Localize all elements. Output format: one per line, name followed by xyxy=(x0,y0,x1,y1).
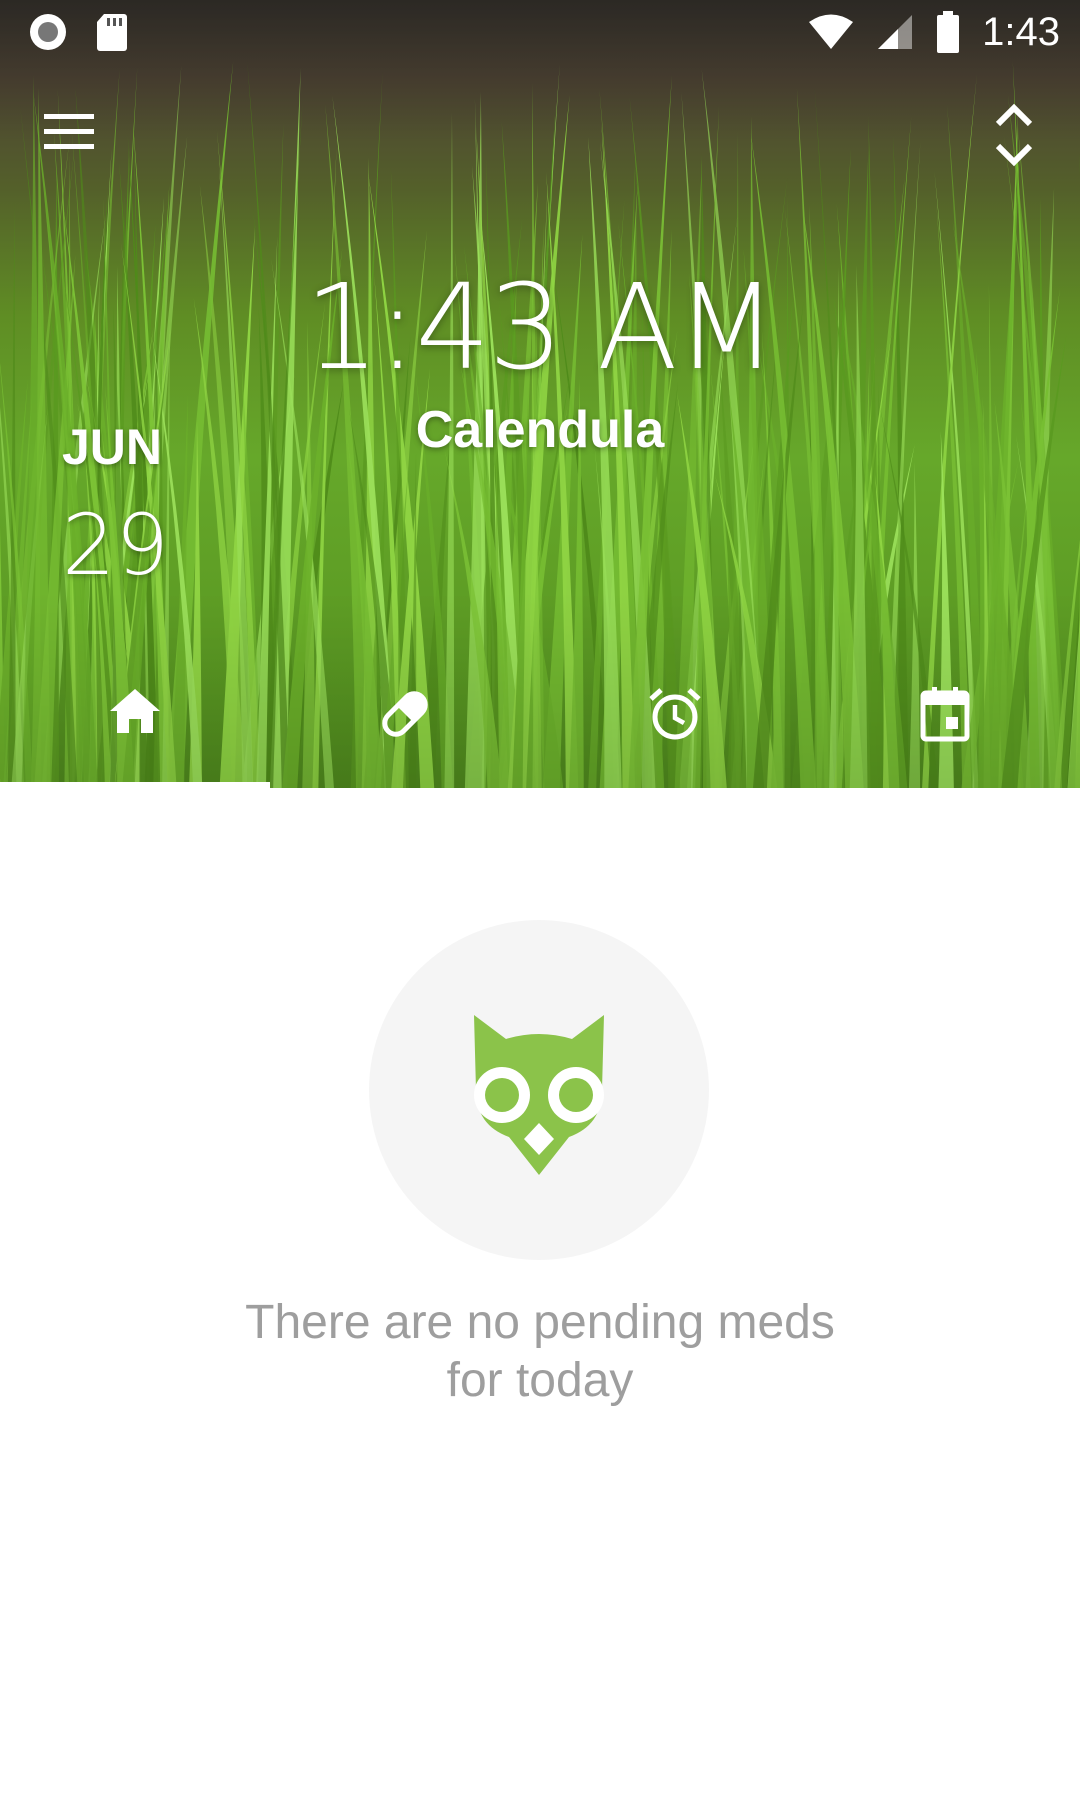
tab-alarms[interactable] xyxy=(540,660,810,788)
empty-message-line2: for today xyxy=(446,1354,634,1407)
expand-collapse-button[interactable] xyxy=(988,100,1040,170)
status-bar: 1:43 xyxy=(0,0,1080,63)
empty-state-illustration xyxy=(369,920,709,1260)
tab-home[interactable] xyxy=(0,660,270,788)
header-banner: 1:43 1:43 AM Calendula JUN 29 xyxy=(0,0,1080,788)
owl-icon xyxy=(474,1015,604,1175)
home-icon xyxy=(110,689,160,733)
calendar-icon xyxy=(920,687,970,742)
cell-signal-icon xyxy=(878,15,913,49)
wifi-icon xyxy=(809,14,854,49)
clock-display: 1:43 AM xyxy=(304,258,777,396)
tab-bar xyxy=(0,660,1080,788)
record-icon xyxy=(30,14,66,50)
sd-card-icon xyxy=(97,14,127,51)
empty-state-message: There are no pending meds for today xyxy=(140,1294,940,1410)
pill-icon xyxy=(382,691,428,737)
tab-calendar[interactable] xyxy=(810,660,1080,788)
date-day: 29 xyxy=(62,496,169,594)
menu-button[interactable] xyxy=(44,112,100,162)
hamburger-menu-icon xyxy=(44,114,94,149)
date-month: JUN xyxy=(62,419,163,475)
alarm-icon xyxy=(649,688,701,740)
empty-message-line1: There are no pending meds xyxy=(245,1296,835,1349)
status-time: 1:43 xyxy=(982,10,1060,54)
unfold-more-icon xyxy=(995,103,1033,167)
tab-medicines[interactable] xyxy=(270,660,540,788)
battery-icon xyxy=(937,11,960,53)
